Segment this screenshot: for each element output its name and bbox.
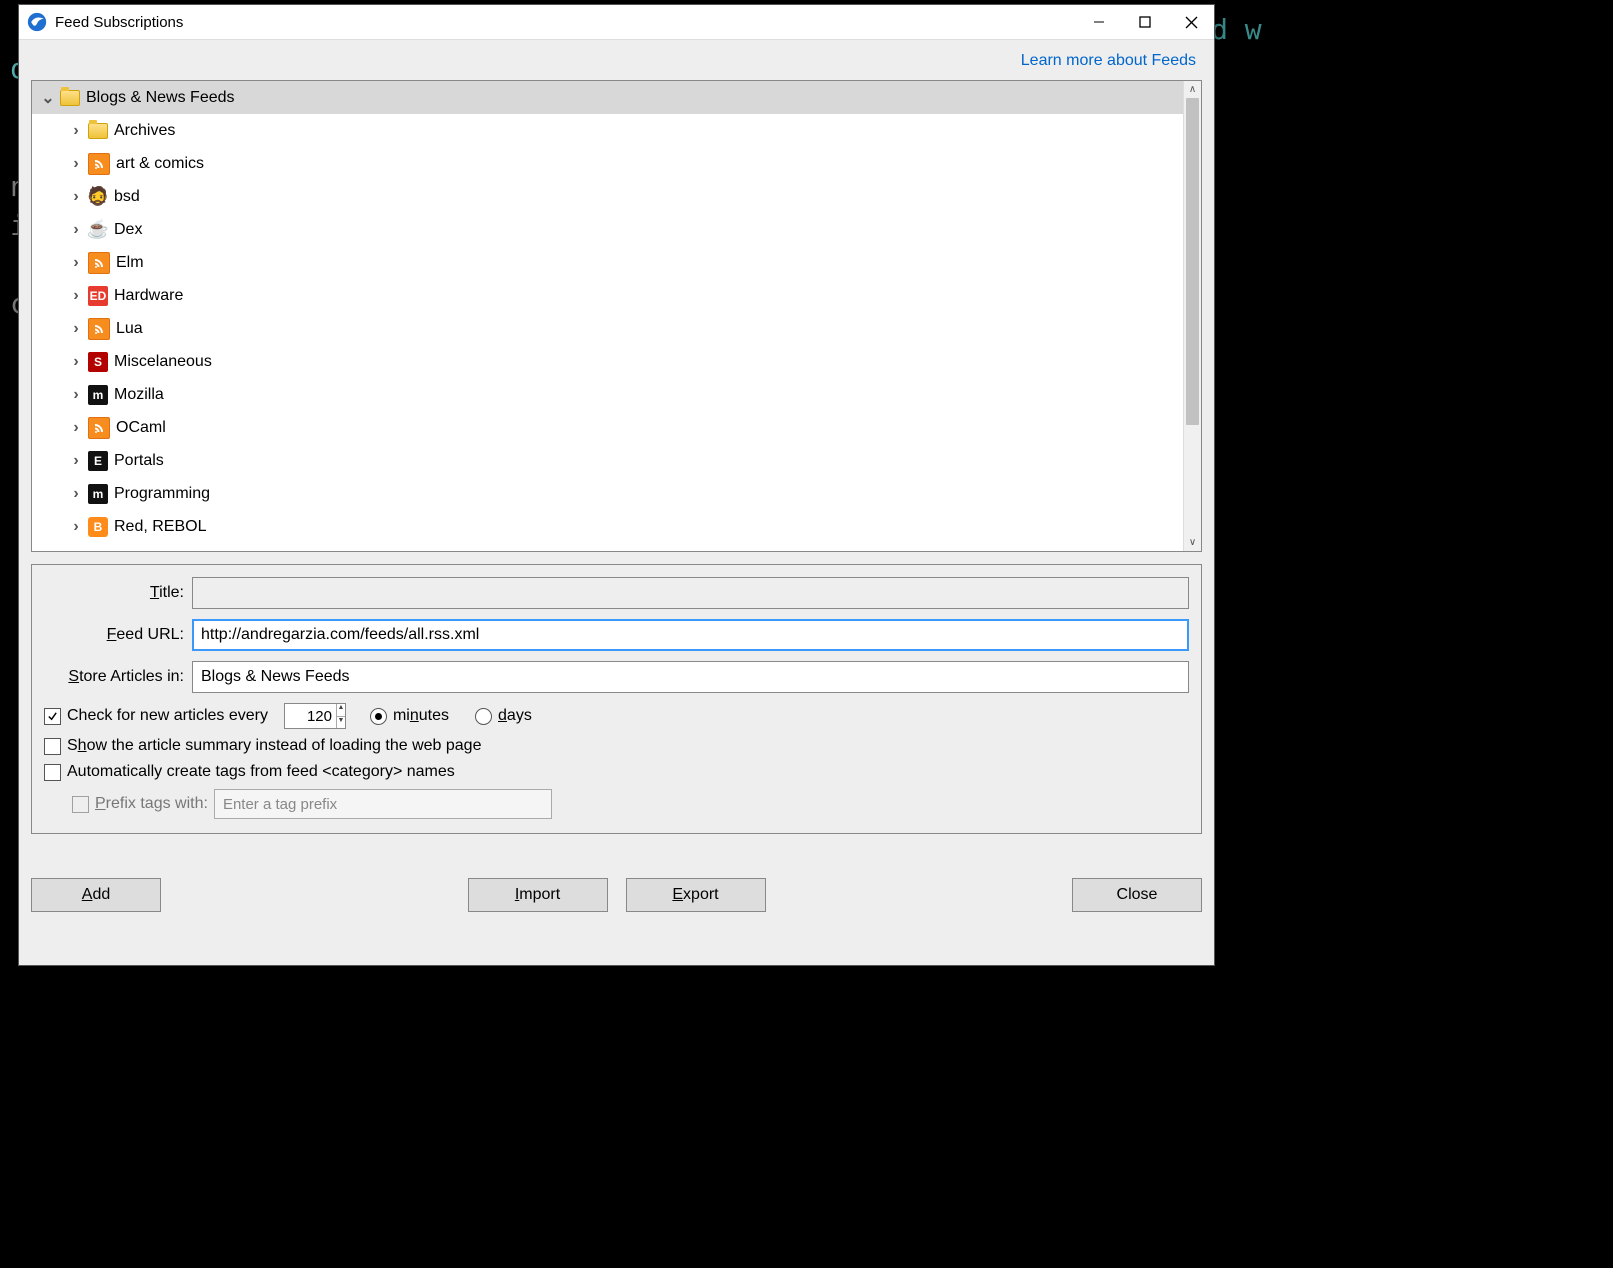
scrollbar-thumb[interactable] [1186, 98, 1199, 425]
feed-url-input[interactable] [192, 619, 1189, 651]
rss-icon [88, 153, 110, 175]
thunderbird-icon [27, 12, 47, 32]
tree-item-art-comics[interactable]: › art & comics [32, 147, 1183, 180]
tree-item-label: Programming [114, 485, 210, 503]
titlebar: Feed Subscriptions [19, 5, 1214, 40]
chevron-right-icon[interactable]: › [68, 188, 84, 206]
tree-item-lua[interactable]: › Lua [32, 312, 1183, 345]
unit-minutes-radio[interactable] [370, 708, 387, 725]
tree-item-label: Miscelaneous [114, 353, 212, 371]
tree-item-label: Lua [116, 320, 143, 338]
tree-item-label: Mozilla [114, 386, 164, 404]
tree-item-portals[interactable]: › E Portals [32, 444, 1183, 477]
rss-icon [88, 318, 110, 340]
chevron-right-icon[interactable]: › [68, 386, 84, 404]
minimize-button[interactable] [1076, 5, 1122, 39]
rss-icon [88, 417, 110, 439]
tree-item-label: bsd [114, 188, 140, 206]
chevron-right-icon[interactable]: › [68, 122, 84, 140]
spin-up-icon[interactable]: ▲ [337, 704, 345, 717]
add-button[interactable]: Add [31, 878, 161, 912]
spin-down-icon[interactable]: ▼ [337, 717, 345, 729]
button-bar: Add Import Export Close [31, 878, 1202, 912]
title-input[interactable] [192, 577, 1189, 609]
m-icon: m [88, 385, 108, 405]
tree-root-label: Blogs & News Feeds [86, 89, 235, 107]
learn-more-link-container: Learn more about Feeds [31, 40, 1202, 80]
window-title: Feed Subscriptions [55, 14, 1076, 31]
blogger-icon: B [88, 517, 108, 537]
tree-item-elm[interactable]: › Elm [32, 246, 1183, 279]
feed-subscriptions-window: Feed Subscriptions Learn more about Feed… [18, 4, 1215, 966]
chevron-right-icon[interactable]: › [68, 287, 84, 305]
scroll-up-arrow-icon[interactable]: ∧ [1184, 81, 1201, 98]
interval-stepper[interactable]: ▲ ▼ [284, 703, 346, 729]
auto-tags-label: Automatically create tags from feed <cat… [67, 763, 455, 781]
scroll-down-arrow-icon[interactable]: ∨ [1184, 534, 1201, 551]
feed-details-panel: Title: Feed URL: Store Articles in: Chec… [31, 564, 1202, 834]
chevron-right-icon[interactable]: › [68, 485, 84, 503]
show-summary-checkbox[interactable] [44, 738, 61, 755]
s-icon: S [88, 352, 108, 372]
store-label: Store Articles in: [44, 668, 192, 686]
rss-icon [88, 252, 110, 274]
interval-input[interactable] [285, 704, 336, 728]
avatar-icon: 🧔 [88, 187, 108, 207]
store-in-input[interactable] [192, 661, 1189, 693]
prefix-tags-checkbox [72, 796, 89, 813]
unit-days-label: days [498, 707, 532, 725]
chevron-right-icon[interactable]: › [68, 320, 84, 338]
auto-tags-checkbox[interactable] [44, 764, 61, 781]
tree-item-label: Archives [114, 122, 175, 140]
tree-item-label: Elm [116, 254, 144, 272]
tree-item-red-rebol[interactable]: › B Red, REBOL [32, 510, 1183, 543]
tree-item-label: art & comics [116, 155, 204, 173]
chevron-right-icon[interactable]: › [68, 353, 84, 371]
maximize-button[interactable] [1122, 5, 1168, 39]
import-button[interactable]: Import [468, 878, 608, 912]
chevron-right-icon[interactable]: › [68, 155, 84, 173]
prefix-tags-label: Prefix tags with: [95, 795, 208, 813]
export-button[interactable]: Export [626, 878, 766, 912]
close-window-button[interactable] [1168, 5, 1214, 39]
show-summary-label: Show the article summary instead of load… [67, 737, 481, 755]
tree-scrollbar[interactable]: ∧ ∨ [1183, 81, 1201, 551]
tree-item-ocaml[interactable]: › OCaml [32, 411, 1183, 444]
check-every-label: Check for new articles every [67, 707, 268, 725]
unit-minutes-label: minutes [393, 707, 449, 725]
tree-item-label: Hardware [114, 287, 183, 305]
tree-root-row[interactable]: ⌄ Blogs & News Feeds [32, 81, 1183, 114]
prefix-tags-input [214, 789, 552, 819]
learn-more-link[interactable]: Learn more about Feeds [1021, 52, 1196, 69]
feed-tree: ⌄ Blogs & News Feeds › Archives › art & … [31, 80, 1202, 552]
tree-item-label: Portals [114, 452, 164, 470]
check-every-checkbox[interactable] [44, 708, 61, 725]
m-icon: m [88, 484, 108, 504]
unit-days-radio[interactable] [475, 708, 492, 725]
chevron-right-icon[interactable]: › [68, 254, 84, 272]
chevron-right-icon[interactable]: › [68, 419, 84, 437]
tree-item-mozilla[interactable]: › m Mozilla [32, 378, 1183, 411]
chevron-right-icon[interactable]: › [68, 518, 84, 536]
tree-item-label: Dex [114, 221, 142, 239]
feed-url-label: Feed URL: [44, 626, 192, 644]
tree-item-dex[interactable]: › ☕ Dex [32, 213, 1183, 246]
close-button[interactable]: Close [1072, 878, 1202, 912]
title-label: Title: [44, 584, 192, 602]
folder-icon [60, 88, 80, 108]
chevron-right-icon[interactable]: › [68, 221, 84, 239]
ed-icon: ED [88, 286, 108, 306]
chevron-right-icon[interactable]: › [68, 452, 84, 470]
cup-icon: ☕ [88, 220, 108, 240]
tree-item-bsd[interactable]: › 🧔 bsd [32, 180, 1183, 213]
tree-item-label: OCaml [116, 419, 166, 437]
tree-item-hardware[interactable]: › ED Hardware [32, 279, 1183, 312]
folder-icon [88, 121, 108, 141]
tree-item-miscelaneous[interactable]: › S Miscelaneous [32, 345, 1183, 378]
tree-item-programming[interactable]: › m Programming [32, 477, 1183, 510]
e-icon: E [88, 451, 108, 471]
chevron-down-icon[interactable]: ⌄ [40, 88, 56, 108]
tree-item-archives[interactable]: › Archives [32, 114, 1183, 147]
tree-item-label: Red, REBOL [114, 518, 206, 536]
